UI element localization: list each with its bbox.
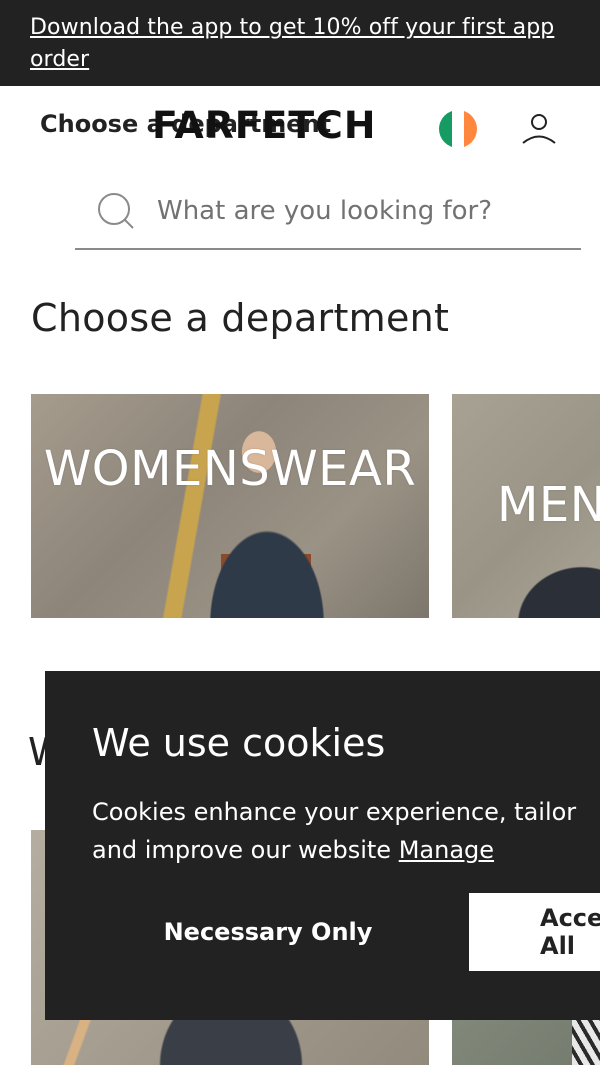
department-label: WOMENSWEAR (43, 441, 417, 497)
necessary-only-button[interactable]: Necessary Only (92, 893, 444, 971)
header: Choose a department FARFETCH (0, 86, 600, 170)
search-input[interactable] (157, 192, 567, 230)
user-icon[interactable] (520, 110, 558, 148)
cookie-text-line-2: and improve our website (92, 836, 392, 864)
accept-all-button[interactable]: Accept All (469, 893, 600, 971)
search-bar (75, 180, 581, 250)
search-icon[interactable] (97, 192, 135, 230)
cookie-banner: We use cookies Cookies enhance your expe… (45, 671, 600, 1020)
page-title: Choose a department (31, 296, 450, 340)
manage-cookies-link[interactable]: Manage (399, 836, 494, 864)
cookie-title: We use cookies (92, 721, 386, 765)
cookie-description: Cookies enhance your experience, tailor … (92, 793, 600, 869)
cookie-text-line-1: Cookies enhance your experience, tailor (92, 798, 577, 826)
department-card-womenswear[interactable]: WOMENSWEAR (31, 394, 429, 618)
app-promo-banner: Download the app to get 10% off your fir… (0, 0, 600, 86)
app-promo-link[interactable]: Download the app to get 10% off your fir… (30, 15, 554, 72)
department-card-menswear[interactable]: MENSWEAR (452, 394, 600, 618)
farfetch-logo[interactable]: FARFETCH (152, 104, 376, 147)
department-label: MENSWEAR (497, 477, 600, 533)
page: Download the app to get 10% off your fir… (0, 0, 600, 1065)
ireland-flag-icon[interactable] (439, 110, 477, 148)
